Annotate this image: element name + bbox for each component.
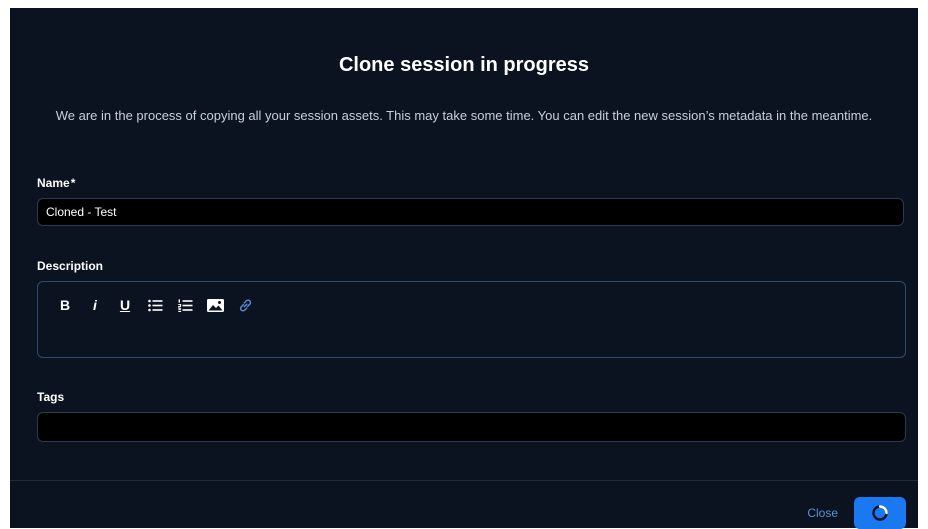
editor-toolbar: B i U (50, 294, 260, 316)
insert-link-button[interactable] (230, 294, 260, 316)
numbered-list-button[interactable] (170, 294, 200, 316)
bold-button[interactable]: B (50, 294, 80, 316)
italic-label: i (93, 297, 97, 313)
description-label: Description (37, 259, 104, 273)
bulleted-list-icon (147, 299, 162, 311)
image-icon (206, 298, 224, 312)
description-editor[interactable]: B i U (37, 281, 906, 358)
tags-input[interactable] (37, 412, 906, 442)
name-label-text: Name (37, 176, 70, 190)
underline-label: U (119, 297, 131, 313)
tags-label: Tags (37, 390, 65, 404)
bulleted-list-button[interactable] (140, 294, 170, 316)
save-button-loading[interactable] (854, 497, 906, 529)
name-label: Name* (37, 176, 75, 190)
link-icon (239, 299, 251, 311)
clone-session-dialog: Clone session in progress We are in the … (10, 8, 918, 529)
numbered-list-icon (177, 298, 192, 312)
dialog-footer: Close (10, 480, 918, 529)
close-button[interactable]: Close (807, 506, 838, 520)
italic-button[interactable]: i (80, 294, 110, 316)
required-mark: * (70, 176, 76, 190)
dialog-message: We are in the process of copying all you… (55, 108, 873, 123)
dialog-title: Clone session in progress (338, 54, 590, 76)
insert-image-button[interactable] (200, 294, 230, 316)
spinner-icon (872, 505, 888, 521)
name-input[interactable] (37, 198, 904, 226)
bold-label: B (59, 297, 71, 313)
underline-button[interactable]: U (110, 294, 140, 316)
